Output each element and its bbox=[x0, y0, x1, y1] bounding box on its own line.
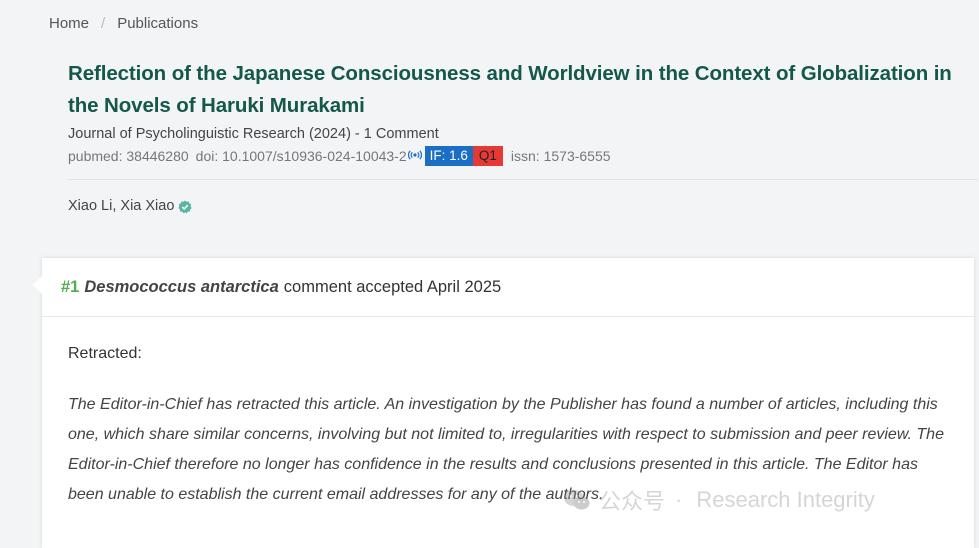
verified-check-icon bbox=[178, 200, 193, 214]
author-list: Xiao Li, Xia Xiao bbox=[68, 198, 175, 214]
issn: issn: 1573-6555 bbox=[510, 148, 611, 164]
commenter-name[interactable]: Desmococcus antarctica bbox=[84, 278, 278, 297]
journal-line: Journal of Psycholinguistic Research (20… bbox=[68, 126, 973, 142]
breadcrumb: Home / Publications bbox=[49, 15, 198, 32]
journal-name: Journal of Psycholinguistic Research (20… bbox=[68, 126, 351, 142]
breadcrumb-home-link[interactable]: Home bbox=[49, 15, 89, 32]
pubmed-id[interactable]: pubmed: 38446280 bbox=[68, 148, 189, 164]
article-title: Reflection of the Japanese Consciousness… bbox=[68, 62, 952, 117]
comment-header: #1 Desmococcus antarctica comment accept… bbox=[42, 258, 974, 317]
comment-number[interactable]: #1 bbox=[61, 278, 79, 297]
comment-card: #1 Desmococcus antarctica comment accept… bbox=[33, 258, 974, 548]
article-header: Reflection of the Japanese Consciousness… bbox=[68, 58, 978, 180]
journal-separator: - bbox=[350, 126, 364, 142]
retracted-label: Retracted: bbox=[68, 345, 142, 362]
comment-status: comment accepted April 2025 bbox=[283, 277, 502, 296]
comment-count-link[interactable]: 1 Comment bbox=[364, 126, 439, 142]
broadcast-icon[interactable] bbox=[407, 147, 422, 160]
retraction-notice: The Editor-in-Chief has retracted this a… bbox=[68, 396, 944, 503]
breadcrumb-publications-link[interactable]: Publications bbox=[117, 15, 198, 32]
breadcrumb-separator: / bbox=[101, 15, 106, 32]
header-divider bbox=[68, 179, 978, 180]
article-meta: pubmed: 38446280 doi: 10.1007/s10936-024… bbox=[68, 146, 973, 166]
impact-factor-badge: IF: 1.6 bbox=[424, 146, 473, 166]
doi-link[interactable]: doi: 10.1007/s10936-024-10043-2 bbox=[196, 148, 407, 164]
comment-body: Retracted: The Editor-in-Chief has retra… bbox=[42, 317, 974, 510]
authors: Xiao Li, Xia Xiao bbox=[68, 198, 193, 214]
quartile-badge: Q1 bbox=[472, 146, 503, 166]
